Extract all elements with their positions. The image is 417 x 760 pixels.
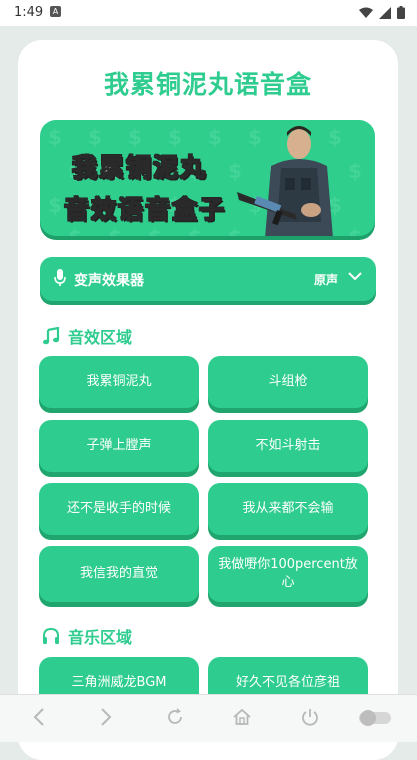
svg-text:$: $ <box>48 193 62 217</box>
sound-button[interactable]: 我信我的直觉 <box>39 546 199 602</box>
sound-section-title: 音效区域 <box>68 328 133 347</box>
sound-button[interactable]: 我累铜泥丸 <box>39 356 199 408</box>
browser-toolbar <box>0 694 417 742</box>
wifi-icon <box>359 7 373 18</box>
back-icon[interactable] <box>32 707 46 727</box>
music-section-title: 音乐区域 <box>68 628 133 647</box>
banner: $$$$$$$$ $$$$$$$$ $$$$$$$$ $$$$$$$$ 我累铜泥… <box>40 120 375 236</box>
svg-text:$: $ <box>68 225 82 236</box>
sound-button[interactable]: 斗组枪 <box>208 356 368 408</box>
forward-icon[interactable] <box>99 707 113 727</box>
svg-text:$: $ <box>188 225 202 236</box>
banner-line1: 我累铜泥丸 <box>71 152 208 182</box>
app-title: 我累铜泥丸语音盒 <box>103 70 312 99</box>
svg-text:$: $ <box>168 125 182 149</box>
status-bar: 1:49 A <box>0 0 417 26</box>
power-icon[interactable] <box>300 707 320 727</box>
banner-line2: 音效语音盒子 <box>63 194 227 224</box>
main-card: 我累铜泥丸语音盒 $$$$$$$$ $$$$$$$$ $$$$$$$$ $$$$… <box>18 40 398 760</box>
signal-icon <box>379 6 391 19</box>
sound-button[interactable]: 我从来都不会输 <box>208 483 368 535</box>
chevron-down-icon <box>348 272 362 281</box>
sound-section-header: 音效区域 <box>42 324 132 348</box>
svg-text:$: $ <box>88 125 102 149</box>
toggle-icon[interactable] <box>358 709 392 727</box>
sound-button[interactable]: 我做嘢你100percent放心 <box>208 546 368 602</box>
headphones-icon <box>43 627 59 644</box>
music-note-icon <box>43 327 60 345</box>
sound-button[interactable]: 子弹上膛声 <box>39 420 199 472</box>
microphone-icon <box>54 269 66 286</box>
home-icon[interactable] <box>232 707 252 727</box>
music-section-header: 音乐区域 <box>42 624 132 648</box>
svg-text:$: $ <box>208 125 222 149</box>
a-notification-icon: A <box>50 6 61 17</box>
svg-text:$: $ <box>148 225 162 236</box>
voice-changer-label: 变声效果器 <box>74 273 144 289</box>
voice-changer-value: 原声 <box>313 273 338 287</box>
status-time: 1:49 <box>14 5 44 20</box>
refresh-icon[interactable] <box>165 707 185 727</box>
svg-text:$: $ <box>48 125 62 149</box>
svg-text:$: $ <box>108 225 122 236</box>
voice-changer-select[interactable]: 变声效果器 原声 <box>40 257 376 301</box>
sound-button[interactable]: 还不是收手的时候 <box>39 483 199 535</box>
svg-text:$: $ <box>128 125 142 149</box>
sound-button[interactable]: 不如斗射击 <box>208 420 368 472</box>
status-icons <box>359 6 405 19</box>
soldier-figure <box>237 126 333 236</box>
battery-icon <box>397 6 405 19</box>
